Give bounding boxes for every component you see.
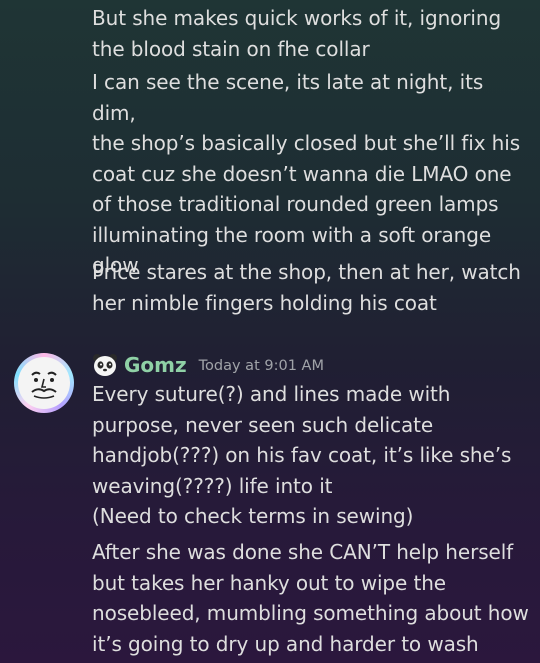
panda-icon [92,353,118,377]
message-text: But she makes quick works of it, ignorin… [92,6,502,61]
username[interactable]: Gomz [124,353,187,377]
message-text: Every suture(?) and lines made with purp… [92,382,512,528]
message-header: Gomz Today at 9:01 AM [92,350,324,380]
message-timestamp: Today at 9:01 AM [198,358,324,374]
message-text: Price stares at the shop, then at her, w… [92,260,521,315]
avatar[interactable] [14,353,74,413]
chat-message-list: But she makes quick works of it, ignorin… [0,0,540,663]
message-text: After she was done she CAN’T help hersel… [92,540,529,656]
avatar-image [18,357,70,409]
message-text: I can see the scene, its late at night, … [92,70,521,277]
face-sketch-icon [31,371,57,399]
